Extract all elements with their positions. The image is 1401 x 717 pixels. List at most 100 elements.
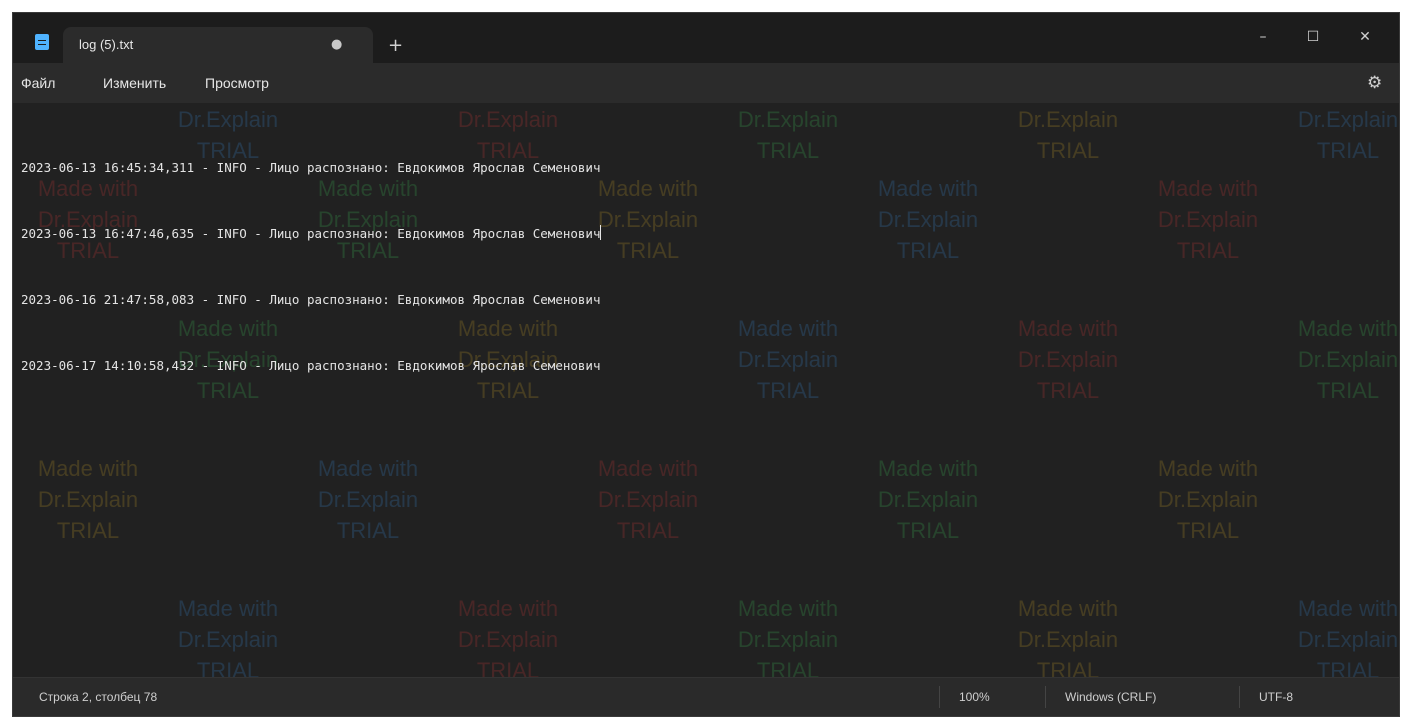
watermark-line: Dr.Explain — [317, 487, 419, 512]
watermark-line: TRIAL — [336, 518, 400, 543]
trial-watermark: Made with Dr.Explain TRIAL — [993, 103, 1143, 166]
watermark-line: Made with — [1017, 596, 1119, 621]
watermark-line: Made with — [737, 596, 839, 621]
tab-title: log (5).txt — [79, 37, 134, 52]
trial-watermark: Made with Dr.Explain TRIAL — [1133, 453, 1283, 546]
line-ending[interactable]: Windows (CRLF) — [1065, 690, 1156, 704]
watermark-line: TRIAL — [1316, 138, 1380, 163]
watermark-line: TRIAL — [1176, 518, 1240, 543]
watermark-line: Made with — [1017, 316, 1119, 341]
notepad-icon — [35, 34, 49, 50]
watermark-line: Made with — [37, 456, 139, 481]
watermark-line: Dr.Explain — [1017, 347, 1119, 372]
watermark-line: Made with — [597, 456, 699, 481]
trial-watermark: Made with Dr.Explain TRIAL — [1273, 103, 1399, 166]
editor-text[interactable]: 2023-06-13 16:45:34,311 - INFO - Лицо ра… — [21, 113, 602, 421]
watermark-line: Made with — [317, 456, 419, 481]
gear-icon[interactable]: ⚙ — [1367, 73, 1382, 93]
watermark-line: TRIAL — [1036, 138, 1100, 163]
watermark-line: Dr.Explain — [1157, 207, 1259, 232]
watermark-line: TRIAL — [1036, 378, 1100, 403]
text-line[interactable]: 2023-06-16 21:47:58,083 - INFO - Лицо ра… — [21, 289, 601, 311]
menu-file[interactable]: Файл — [21, 75, 55, 91]
menu-bar: Файл Изменить Просмотр ⚙ — [13, 63, 1399, 103]
zoom-level[interactable]: 100% — [959, 690, 990, 704]
unsaved-indicator-icon[interactable]: ● — [331, 37, 342, 52]
trial-watermark: Made withDr.ExplainTRIAL — [993, 593, 1143, 680]
watermark-line: TRIAL — [56, 518, 120, 543]
watermark-line: Dr.Explain — [877, 207, 979, 232]
watermark-line: Dr.Explain — [1297, 107, 1399, 132]
title-bar: log (5).txt ● + – ☐ ✕ — [13, 13, 1399, 63]
watermark-line: Dr.Explain — [1017, 627, 1119, 652]
trial-watermark: Made withDr.ExplainTRIAL — [433, 593, 583, 680]
trial-watermark: Made with Dr.Explain TRIAL — [713, 313, 863, 406]
menu-edit[interactable]: Изменить — [103, 75, 166, 91]
close-button[interactable]: ✕ — [1353, 29, 1377, 45]
trial-watermark: Made withDr.ExplainTRIAL — [153, 593, 303, 680]
trial-watermark: Made with Dr.Explain TRIAL — [13, 453, 163, 546]
maximize-button[interactable]: ☐ — [1301, 29, 1325, 45]
trial-watermark: Made with Dr.Explain TRIAL — [853, 173, 1003, 266]
text-line[interactable]: 2023-06-13 16:45:34,311 - INFO - Лицо ра… — [21, 157, 601, 179]
minimize-button[interactable]: – — [1251, 29, 1275, 45]
watermark-line: Dr.Explain — [597, 487, 699, 512]
trial-watermark: Made withDr.ExplainTRIAL — [1273, 593, 1399, 680]
watermark-line: Dr.Explain — [1157, 487, 1259, 512]
watermark-line: TRIAL — [896, 238, 960, 263]
watermark-line: Made with — [153, 103, 303, 104]
status-separator — [1045, 686, 1046, 708]
watermark-line: Dr.Explain — [877, 487, 979, 512]
trial-watermark: Made with Dr.Explain TRIAL — [1133, 173, 1283, 266]
watermark-line: Dr.Explain — [177, 627, 279, 652]
watermark-line: Dr.Explain — [37, 487, 139, 512]
watermark-line: Made with — [1157, 456, 1259, 481]
trial-watermark: Made withDr.ExplainTRIAL — [713, 593, 863, 680]
watermark-line: Dr.Explain — [737, 347, 839, 372]
watermark-line: TRIAL — [1176, 238, 1240, 263]
watermark-line: Made with — [877, 176, 979, 201]
text-line[interactable]: 2023-06-17 14:10:58,432 - INFO - Лицо ра… — [21, 355, 601, 377]
encoding[interactable]: UTF-8 — [1259, 690, 1293, 704]
watermark-line: Dr.Explain — [737, 627, 839, 652]
watermark-line: Dr.Explain — [1297, 347, 1399, 372]
watermark-line: TRIAL — [756, 138, 820, 163]
notepad-window: log (5).txt ● + – ☐ ✕ Файл Изменить Прос… — [12, 12, 1400, 717]
cursor-position: Строка 2, столбец 78 — [39, 690, 158, 704]
text-caret — [600, 225, 602, 240]
watermark-line: Made with — [877, 456, 979, 481]
tab-log-file[interactable]: log (5).txt ● — [63, 27, 373, 63]
trial-watermark: Made with Dr.Explain TRIAL — [993, 313, 1143, 406]
trial-watermark: Made with Dr.Explain TRIAL — [853, 453, 1003, 546]
watermark-line: Made with — [1273, 103, 1399, 104]
text-editor[interactable]: Made with Dr.Explain TRIAL Made with Dr.Expl… — [13, 103, 1399, 680]
watermark-line: Made with — [1297, 316, 1399, 341]
watermark-line: Made with — [1297, 596, 1399, 621]
watermark-line: Dr.Explain — [457, 627, 559, 652]
trial-watermark: Made with Dr.Explain TRIAL — [713, 103, 863, 166]
watermark-line: Made with — [457, 596, 559, 621]
watermark-line: TRIAL — [616, 518, 680, 543]
watermark-line: Made with — [433, 103, 583, 104]
new-tab-button[interactable]: + — [388, 37, 403, 55]
watermark-line: TRIAL — [756, 378, 820, 403]
status-separator — [939, 686, 940, 708]
trial-watermark: Made with Dr.Explain TRIAL — [573, 453, 723, 546]
text-line[interactable]: 2023-06-13 16:47:46,635 - INFO - Лицо ра… — [21, 223, 602, 245]
watermark-line: Dr.Explain — [737, 107, 839, 132]
watermark-line: Made with — [177, 596, 279, 621]
watermark-line: TRIAL — [1316, 378, 1380, 403]
trial-watermark: Made with Dr.Explain TRIAL — [1273, 313, 1399, 406]
watermark-line: Made with — [1157, 176, 1259, 201]
watermark-line: Dr.Explain — [1297, 627, 1399, 652]
watermark-line: Made with — [737, 316, 839, 341]
watermark-line: TRIAL — [896, 518, 960, 543]
status-separator — [1239, 686, 1240, 708]
menu-view[interactable]: Просмотр — [205, 75, 269, 91]
watermark-line: Made with — [993, 103, 1143, 104]
text-line-content[interactable]: 2023-06-13 16:47:46,635 - INFO - Лицо ра… — [21, 226, 600, 241]
watermark-line: Dr.Explain — [1017, 107, 1119, 132]
watermark-line: Made with — [713, 103, 863, 104]
status-bar: Строка 2, столбец 78 100% Windows (CRLF)… — [13, 677, 1399, 716]
trial-watermark: Made with Dr.Explain TRIAL — [293, 453, 443, 546]
